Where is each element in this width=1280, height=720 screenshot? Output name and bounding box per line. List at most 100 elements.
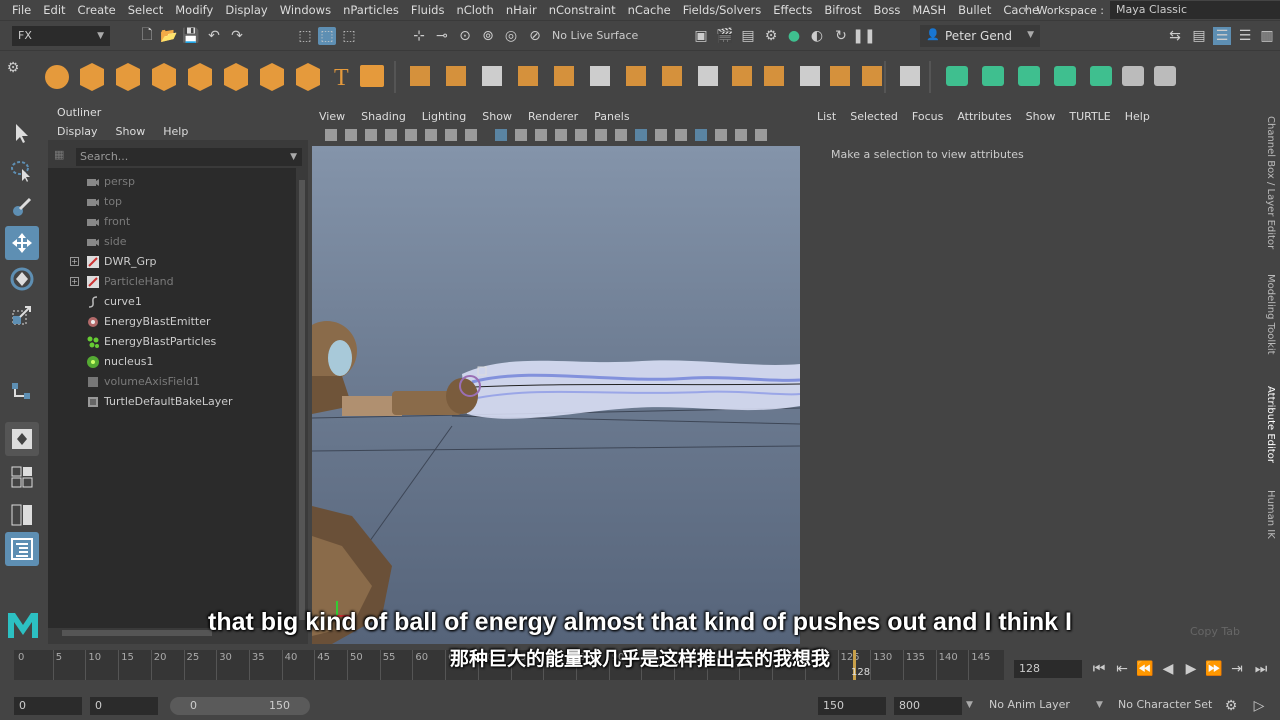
poly-cube-icon[interactable] [80,63,104,91]
multicut-icon[interactable] [626,66,646,86]
nconstraint-icon[interactable] [1018,66,1040,86]
target-weld-icon[interactable] [662,66,682,86]
ae-menu-focus[interactable]: Focus [905,110,950,123]
viewport-toolbar-button[interactable] [755,129,767,141]
menu-create[interactable]: Create [72,3,122,17]
snap-point-icon[interactable]: ⊙ [456,27,474,45]
poly-plane-icon[interactable] [188,63,212,91]
select-object-icon[interactable]: ⬚ [318,27,336,45]
viewport-toolbar-icons[interactable] [311,124,801,146]
poly-sphere-icon[interactable] [45,65,69,89]
smooth-icon[interactable] [862,66,882,86]
scene-end-field[interactable]: 800 [894,697,962,715]
snap-curve-icon[interactable]: ⊸ [433,27,451,45]
outliner-menu-help[interactable]: Help [154,125,197,138]
menu-display[interactable]: Display [219,3,273,17]
menu-nparticles[interactable]: nParticles [337,3,405,17]
outliner-item-persp[interactable]: persp [48,172,296,192]
outliner-scrollbar[interactable] [298,168,306,628]
preferences-icon[interactable]: ▷ [1250,697,1268,715]
ae-menu-selected[interactable]: Selected [843,110,905,123]
outliner-item-front[interactable]: front [48,212,296,232]
character-set-dropdown[interactable]: No Character Set [1118,698,1212,711]
menu-fields-solvers[interactable]: Fields/Solvers [677,3,768,17]
viewport-toolbar-button[interactable] [675,129,687,141]
sidebar-toggle-icon[interactable]: ▥ [1258,27,1276,45]
tool-settings-toggle-icon[interactable]: ☰ [1236,27,1254,45]
scene-start-field[interactable]: 0 [14,697,82,715]
menu-fluids[interactable]: Fluids [405,3,451,17]
ae-menu-help[interactable]: Help [1118,110,1157,123]
render-settings-icon[interactable]: ⚙ [762,27,780,45]
open-scene-icon[interactable]: 📂 [160,27,178,45]
outliner-menu-show[interactable]: Show [107,125,155,138]
persp-outliner-layout-icon[interactable] [5,498,39,532]
menu-mash[interactable]: MASH [906,3,952,17]
scale-tool-icon[interactable] [5,298,39,332]
menu-nconstraint[interactable]: nConstraint [543,3,622,17]
four-view-layout-icon[interactable] [5,460,39,494]
viewport-toolbar-button[interactable] [655,129,667,141]
tab-human-ik[interactable]: Human IK [1265,490,1276,539]
live-icon[interactable]: ⊘ [526,27,544,45]
emitter-icon[interactable] [1090,66,1112,86]
viewport-toolbar-button[interactable] [735,129,747,141]
lasso-tool-icon[interactable] [5,154,39,188]
select-component-icon[interactable]: ⬚ [340,27,358,45]
combine-icon[interactable] [410,66,430,86]
menu-modify[interactable]: Modify [169,3,219,17]
viewport-toolbar-button[interactable] [695,129,707,141]
ae-menu-show[interactable]: Show [1019,110,1063,123]
tab-attribute-editor[interactable]: Attribute Editor [1265,386,1276,463]
extrude-icon[interactable] [482,66,502,86]
type-tool-icon[interactable]: T [334,65,349,91]
modeling-toolkit-toggle-icon[interactable]: ⇆ [1166,27,1184,45]
menu-ncache[interactable]: nCache [622,3,677,17]
viewport-toolbar-button[interactable] [715,129,727,141]
user-account-menu[interactable]: 👤 Peter Gend ▼ [920,25,1040,47]
outliner-layout-icon[interactable] [5,532,39,566]
merge-icon[interactable] [900,66,920,86]
render-frame-icon[interactable]: 🎬 [716,27,734,45]
viewport-toolbar-button[interactable] [385,129,397,141]
ae-menu-list[interactable]: List [810,110,843,123]
single-perspective-layout-icon[interactable] [5,422,39,456]
viewport-menu-show[interactable]: Show [474,110,520,123]
tab-modeling-toolkit[interactable]: Modeling Toolkit [1265,274,1276,355]
fluid-icon[interactable] [1054,66,1076,86]
last-tool-icon[interactable] [5,374,39,408]
search-options-icon[interactable]: ▦ [54,148,72,166]
viewport-toolbar-button[interactable] [575,129,587,141]
rotate-tool-icon[interactable] [5,262,39,296]
playback-options-icon[interactable]: ⚙ [1222,697,1240,715]
move-tool-icon[interactable] [5,226,39,260]
viewport-menu-renderer[interactable]: Renderer [520,110,586,123]
viewport-menu-shading[interactable]: Shading [353,110,414,123]
snap-grid-icon[interactable]: ⊹ [410,27,428,45]
undo-icon[interactable]: ↶ [205,27,223,45]
viewport-toolbar-button[interactable] [535,129,547,141]
outliner-item-top[interactable]: top [48,192,296,212]
viewport-toolbar-button[interactable] [515,129,527,141]
insert-edge-loop-icon[interactable] [590,66,610,86]
select-tool-icon[interactable] [5,116,39,150]
outliner-item-energyblastparticles[interactable]: EnergyBlastParticles [48,332,296,352]
menu-bullet[interactable]: Bullet [952,3,997,17]
viewport-menu-lighting[interactable]: Lighting [414,110,474,123]
outliner-item-dwr-grp[interactable]: + DWR_Grp [48,252,296,272]
render-view-icon[interactable]: ▣ [692,27,710,45]
nrigid-icon[interactable] [982,66,1004,86]
bevel-icon[interactable] [554,66,574,86]
viewport-toolbar-button[interactable] [635,129,647,141]
snap-surface-icon[interactable]: ◎ [502,27,520,45]
outliner-search-input[interactable]: Search... ▼ [76,148,302,166]
ncloth-icon[interactable] [946,66,968,86]
fill-hole-icon[interactable] [800,66,820,86]
quad-draw-icon[interactable] [698,66,718,86]
playback-end-field[interactable]: 150 [818,697,886,715]
perspective-view[interactable] [312,146,800,644]
playback-start-field[interactable]: 0 [90,697,158,715]
expand-icon[interactable]: + [70,257,79,266]
ae-menu-turtle[interactable]: TURTLE [1062,110,1117,123]
save-scene-icon[interactable]: 💾 [182,27,200,45]
